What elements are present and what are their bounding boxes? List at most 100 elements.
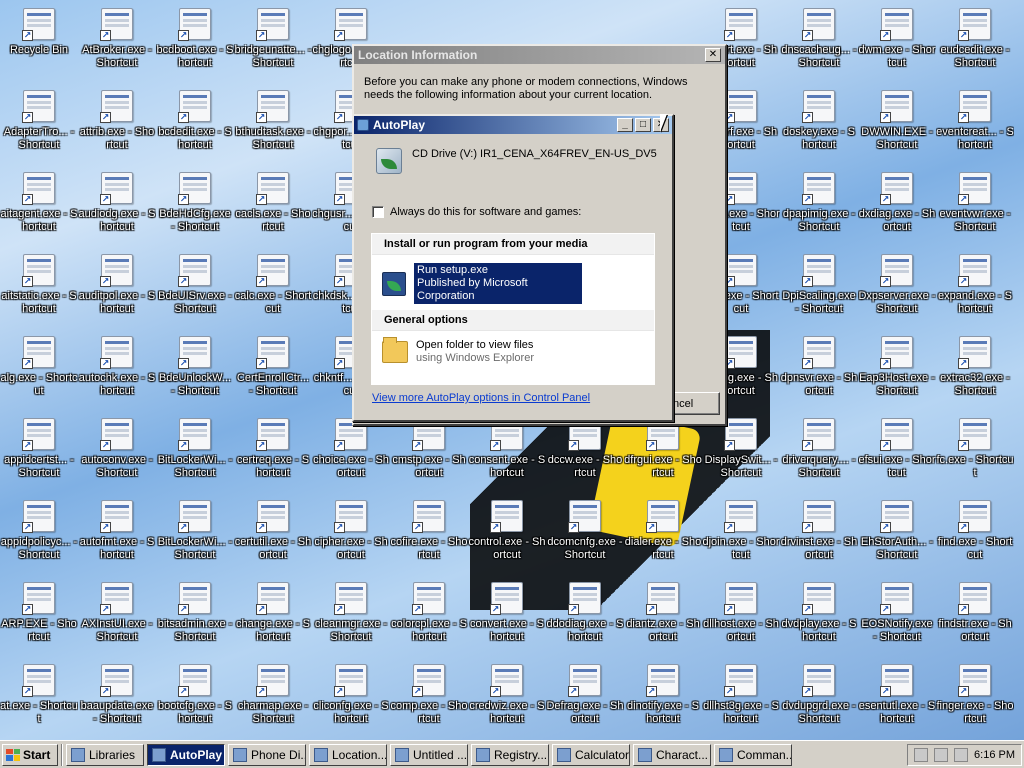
desktop-icon-dllhost[interactable]: ↗ dllhost.exe - Shortcut (702, 574, 780, 650)
location-titlebar[interactable]: Location Information ✕ (354, 46, 725, 64)
desktop-icon-defrag[interactable]: ↗ Defrag.exe - Shortcut (546, 656, 624, 732)
taskbar-button[interactable]: Charact... (633, 743, 711, 766)
desktop-icon-dnscacheug[interactable]: ↗ dnscacheug... - Shortcut (780, 0, 858, 76)
desktop-icon-cleanmgr[interactable]: ↗ cleanmgr.exe - Shortcut (312, 574, 390, 650)
taskbar-button[interactable]: Registry... (471, 743, 549, 766)
start-button[interactable]: Start (2, 743, 58, 766)
taskbar-button[interactable]: Untitled ... (390, 743, 468, 766)
tray-expand-icon[interactable] (914, 747, 929, 762)
open-folder-option[interactable]: Open folder to view files using Windows … (372, 331, 654, 371)
desktop-icon-atbroker[interactable]: ↗ AtBroker.exe - Shortcut (78, 0, 156, 76)
desktop-icon-charmap[interactable]: ↗ charmap.exe - Shortcut (234, 656, 312, 732)
desktop-icon-driverquery[interactable]: ↗ driverquery.... - Shortcut (780, 410, 858, 486)
desktop-icon-cofire[interactable]: ↗ cofire.exe - Shortcut (390, 492, 468, 568)
desktop-icon-dwm[interactable]: ↗ dwm.exe - Shortcut (858, 0, 936, 76)
desktop-icon-audiodg[interactable]: ↗ audiodg.exe - Shortcut (78, 164, 156, 240)
desktop-icon-cacls[interactable]: ↗ cacls.exe - Shortcut (234, 164, 312, 240)
taskbar-button[interactable]: Libraries (66, 743, 144, 766)
desktop-icon-adapter[interactable]: ↗ AdapterTro... - Shortcut (0, 82, 78, 158)
desktop-icon-autofmt[interactable]: ↗ autofmt.exe - Shortcut (78, 492, 156, 568)
cancel-button[interactable]: ncel (672, 392, 720, 415)
run-setup-text[interactable]: Run setup.exe Published by Microsoft Cor… (414, 263, 582, 304)
desktop-icon-bdeuisrv[interactable]: ↗ BdeUISrv.exe - Shortcut (156, 246, 234, 322)
desktop-icon-findstr[interactable]: ↗ findstr.exe - Shortcut (936, 574, 1014, 650)
desktop-icon-arp[interactable]: ↗ ARP.EXE - Shortcut (0, 574, 78, 650)
desktop-icon-efsui[interactable]: ↗ efsui.exe - Shortcut (858, 410, 936, 486)
desktop-icon-djoin[interactable]: ↗ djoin.exe - Shortcut (702, 492, 780, 568)
close-icon[interactable]: ✕ (705, 48, 721, 62)
desktop-icon-bootcfg[interactable]: ↗ bootcfg.exe - Shortcut (156, 656, 234, 732)
desktop-icon-esentutl[interactable]: ↗ esentutl.exe - Shortcut (858, 656, 936, 732)
more-autoplay-options-link[interactable]: View more AutoPlay options in Control Pa… (372, 392, 590, 404)
desktop-icon-dllhst3g[interactable]: ↗ dllhst3g.exe - Shortcut (702, 656, 780, 732)
desktop-icon-bridgeunattend[interactable]: ↗ bridgeunatte... - Shortcut (234, 0, 312, 76)
desktop-icon-ehstorauth[interactable]: ↗ EhStorAuth... - Shortcut (858, 492, 936, 568)
desktop-icon-certenroll[interactable]: ↗ CertEnrollCtr... - Shortcut (234, 328, 312, 404)
desktop-icon-bdehdcfg[interactable]: ↗ BdeHdCfg.exe - Shortcut (156, 164, 234, 240)
desktop-icon-comp[interactable]: ↗ comp.exe - Shortcut (390, 656, 468, 732)
desktop-icon-eosnotify[interactable]: ↗ EOSNotify.exe - Shortcut (858, 574, 936, 650)
desktop-icon-bcdedit[interactable]: ↗ bcdedit.exe - Shortcut (156, 82, 234, 158)
always-do-this-checkbox[interactable] (372, 206, 384, 218)
desktop-icon-autochk[interactable]: ↗ autochk.exe - Shortcut (78, 328, 156, 404)
desktop-icon-dpnsvr[interactable]: ↗ dpnsvr.exe - Shortcut (780, 328, 858, 404)
desktop-icon-cliconfg[interactable]: ↗ cliconfg.exe - Shortcut (312, 656, 390, 732)
desktop-icon-dpapimig[interactable]: ↗ dpapimig.exe - Shortcut (780, 164, 858, 240)
desktop-icon-drvinst[interactable]: ↗ drvinst.exe - Shortcut (780, 492, 858, 568)
desktop-icon-certutil[interactable]: ↗ certutil.exe - Shortcut (234, 492, 312, 568)
desktop-icon-attrib[interactable]: ↗ attrib.exe - Shortcut (78, 82, 156, 158)
desktop-icon-expand[interactable]: ↗ expand.exe - Shortcut (936, 246, 1014, 322)
desktop-icon-eudcedit[interactable]: ↗ eudcedit.exe - Shortcut (936, 0, 1014, 76)
desktop-icon-bitsadmin[interactable]: ↗ bitsadmin.exe - Shortcut (156, 574, 234, 650)
desktop-icon-eventvwr[interactable]: ↗ eventvwr.exe - Shortcut (936, 164, 1014, 240)
desktop-icon-certreq[interactable]: ↗ certreq.exe - Shortcut (234, 410, 312, 486)
desktop-icon-autoconv[interactable]: ↗ autoconv.exe - Shortcut (78, 410, 156, 486)
desktop-icon-calc[interactable]: ↗ calc.exe - Shortcut (234, 246, 312, 322)
desktop-icon-at[interactable]: ↗ at.exe - Shortcut (0, 656, 78, 732)
desktop-icon-convert[interactable]: ↗ convert.exe - Shortcut (468, 574, 546, 650)
autoplay-titlebar[interactable]: AutoPlay _ □ ✕ (354, 116, 672, 134)
desktop-icon-cipher[interactable]: ↗ cipher.exe - Shortcut (312, 492, 390, 568)
minimize-icon[interactable]: _ (617, 118, 633, 132)
desktop-icon-dwwin[interactable]: ↗ DWWIN.EXE - Shortcut (858, 82, 936, 158)
desktop-icon-dpiscaling[interactable]: ↗ DpiScaling.exe - Shortcut (780, 246, 858, 322)
desktop-icon-eventcreate[interactable]: ↗ eventcreat... - Shortcut (936, 82, 1014, 158)
desktop-icon-diantz[interactable]: ↗ diantz.exe - Shortcut (624, 574, 702, 650)
run-setup-option[interactable]: Run setup.exe Published by Microsoft Cor… (372, 255, 654, 310)
desktop-icon-dvdupgrd[interactable]: ↗ dvdupgrd.exe - Shortcut (780, 656, 858, 732)
desktop-icon-colorcpl[interactable]: ↗ colorcpl.exe - Shortcut (390, 574, 468, 650)
desktop-icon-bitlockerw2[interactable]: ↗ BitLockerWi... - Shortcut (156, 492, 234, 568)
desktop-icon-dialer[interactable]: ↗ dialer.exe - Shortcut (624, 492, 702, 568)
desktop-icon-bcdboot[interactable]: ↗ bcdboot.exe - Shortcut (156, 0, 234, 76)
desktop-icon-dinotify[interactable]: ↗ dinotify.exe - Shortcut (624, 656, 702, 732)
desktop-icon-dvdplay[interactable]: ↗ dvdplay.exe - Shortcut (780, 574, 858, 650)
taskbar-button[interactable]: AutoPlay (147, 743, 225, 766)
desktop-icon-eap3host[interactable]: ↗ Eap3Host.exe - Shortcut (858, 328, 936, 404)
desktop-icon-recycle-bin[interactable]: ↗ Recycle Bin (0, 0, 78, 76)
desktop-icon-alg[interactable]: ↗ alg.exe - Shortcut (0, 328, 78, 404)
open-folder-text[interactable]: Open folder to view files using Windows … (416, 339, 534, 365)
always-do-this-row[interactable]: Always do this for software and games: (372, 206, 581, 218)
taskbar-button[interactable]: Calculator (552, 743, 630, 766)
taskbar-button[interactable]: Phone Di... (228, 743, 306, 766)
taskbar-button[interactable]: Location... (309, 743, 387, 766)
desktop-icon-aitagent[interactable]: ↗ aitagent.exe - Shortcut (0, 164, 78, 240)
desktop-icon-fc[interactable]: ↗ fc.exe - Shortcut (936, 410, 1014, 486)
desktop-icon-aitstatic[interactable]: ↗ aitstatic.exe - Shortcut (0, 246, 78, 322)
desktop-icon-bdeunlock[interactable]: ↗ BdeUnlockW... - Shortcut (156, 328, 234, 404)
desktop-icon-doskey[interactable]: ↗ doskey.exe - Shortcut (780, 82, 858, 158)
desktop-icon-find[interactable]: ↗ find.exe - Shortcut (936, 492, 1014, 568)
desktop-icon-bthudtask[interactable]: ↗ bthudtask.exe - Shortcut (234, 82, 312, 158)
desktop-icon-baaupdate[interactable]: ↗ baaupdate.exe - Shortcut (78, 656, 156, 732)
maximize-icon[interactable]: □ (635, 118, 651, 132)
desktop-icon-change[interactable]: ↗ change.exe - Shortcut (234, 574, 312, 650)
volume-icon[interactable] (954, 747, 969, 762)
desktop-icon-credwiz[interactable]: ↗ credwiz.exe - Shortcut (468, 656, 546, 732)
desktop-icon-dxdiag[interactable]: ↗ dxdiag.exe - Shortcut (858, 164, 936, 240)
desktop-icon-extrac32[interactable]: ↗ extrac32.exe - Shortcut (936, 328, 1014, 404)
desktop-icon-control[interactable]: ↗ control.exe - Shortcut (468, 492, 546, 568)
desktop-icon-bitlockerw1[interactable]: ↗ BitLockerWi... - Shortcut (156, 410, 234, 486)
desktop-icon-appidcertst[interactable]: ↗ appidcertst... - Shortcut (0, 410, 78, 486)
desktop-icon-ddodiag[interactable]: ↗ ddodiag.exe - Shortcut (546, 574, 624, 650)
desktop-icon-appidpolicy[interactable]: ↗ appidpolicyc... - Shortcut (0, 492, 78, 568)
